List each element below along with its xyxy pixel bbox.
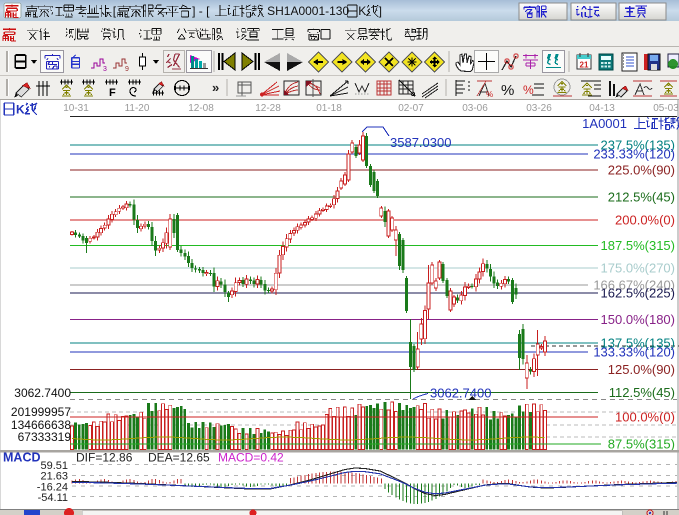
- svg-text:SH1A0001-130: SH1A0001-130: [267, 4, 349, 18]
- svg-text:112.5%(45): 112.5%(45): [609, 385, 675, 400]
- svg-text:01-18: 01-18: [316, 103, 342, 114]
- svg-text:201999957: 201999957: [11, 405, 71, 419]
- svg-text:3587.0300: 3587.0300: [390, 135, 451, 150]
- svg-text:05-03: 05-03: [653, 103, 679, 114]
- svg-text:04-13: 04-13: [589, 103, 615, 114]
- svg-text:%: %: [501, 82, 514, 99]
- svg-text:-54.11: -54.11: [38, 492, 68, 504]
- svg-text:] - [: ] - [: [192, 4, 210, 18]
- svg-text:12-28: 12-28: [255, 103, 281, 114]
- svg-text:67333319: 67333319: [18, 430, 72, 444]
- svg-text:MACD=0.42: MACD=0.42: [218, 451, 284, 465]
- svg-text:87.5%(315): 87.5%(315): [608, 437, 675, 452]
- svg-text:10-31: 10-31: [63, 103, 89, 114]
- svg-text:9: 9: [125, 66, 129, 73]
- svg-text:F: F: [109, 87, 116, 99]
- svg-text:]: ]: [379, 4, 382, 18]
- svg-text:02-07: 02-07: [398, 103, 424, 114]
- svg-text:DEA=12.65: DEA=12.65: [148, 451, 210, 465]
- svg-text:3: 3: [103, 66, 107, 73]
- svg-text:MACD: MACD: [3, 451, 41, 465]
- svg-text:K: K: [16, 103, 25, 117]
- svg-text:162.5%(225): 162.5%(225): [601, 286, 675, 301]
- svg-text:%: %: [486, 90, 493, 99]
- svg-text:DIF=12.86: DIF=12.86: [76, 451, 133, 465]
- svg-text:11-20: 11-20: [125, 103, 150, 114]
- svg-text:K: K: [358, 4, 366, 18]
- svg-text:150.0%(180): 150.0%(180): [601, 312, 675, 327]
- svg-text:212.5%(45): 212.5%(45): [608, 190, 675, 205]
- svg-text:200.0%(0): 200.0%(0): [615, 213, 675, 228]
- svg-text:21: 21: [580, 61, 589, 70]
- svg-text:133.33%(120): 133.33%(120): [593, 345, 675, 360]
- svg-text:100.0%(0): 100.0%(0): [615, 410, 675, 425]
- svg-text:12-08: 12-08: [188, 103, 214, 114]
- svg-text:187.5%(315): 187.5%(315): [601, 238, 675, 253]
- svg-text:03-06: 03-06: [462, 103, 488, 114]
- svg-text:1A0001: 1A0001: [582, 116, 627, 131]
- svg-text:03-26: 03-26: [526, 103, 552, 114]
- svg-text:125.0%(90): 125.0%(90): [608, 362, 675, 377]
- svg-text:233.33%(120): 233.33%(120): [593, 147, 675, 162]
- svg-text:3062.7400: 3062.7400: [430, 386, 491, 401]
- svg-text:3062.7400: 3062.7400: [14, 386, 71, 400]
- svg-text:»: »: [212, 80, 219, 95]
- svg-text:225.0%(90): 225.0%(90): [608, 163, 675, 178]
- svg-text:175.0%(270): 175.0%(270): [601, 261, 675, 276]
